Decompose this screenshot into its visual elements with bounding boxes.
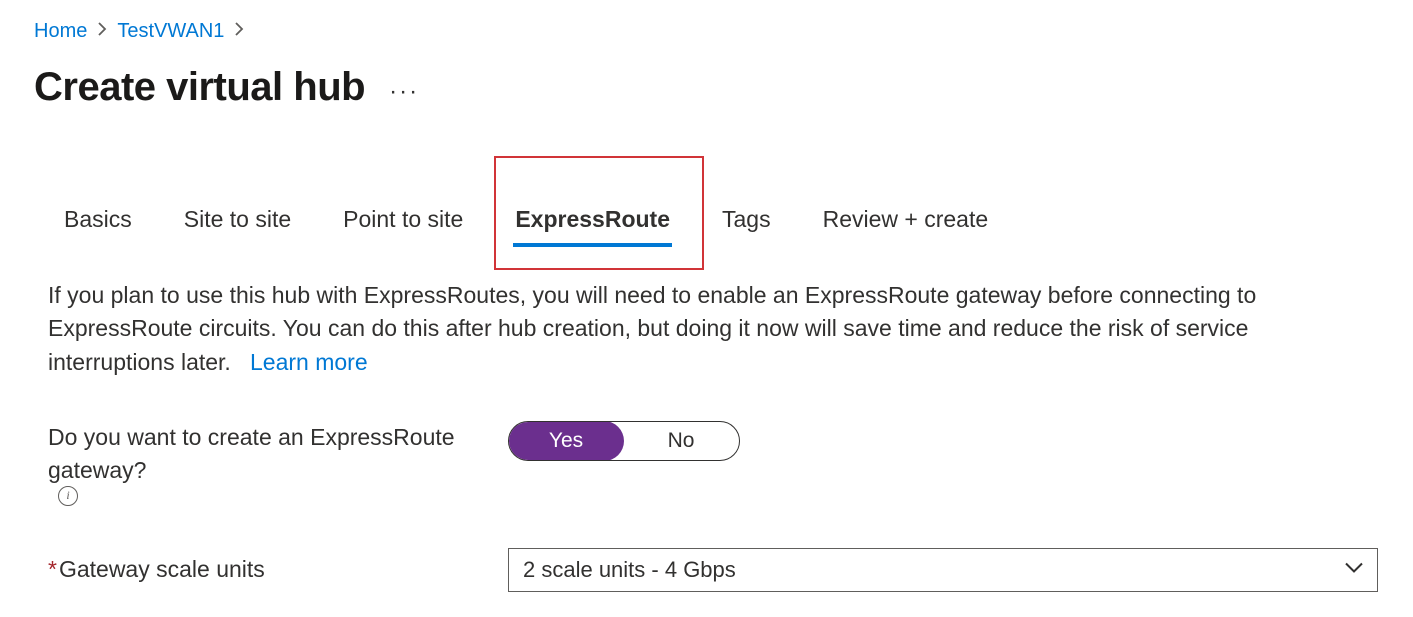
create-gateway-label-text: Do you want to create an ExpressRoute ga… [48, 421, 508, 488]
tab-tags[interactable]: Tags [720, 200, 773, 247]
page-title: Create virtual hub [34, 65, 365, 110]
create-gateway-label: Do you want to create an ExpressRoute ga… [48, 421, 508, 508]
more-icon[interactable]: ··· [389, 80, 419, 104]
tab-point-to-site[interactable]: Point to site [341, 200, 465, 247]
tab-site-to-site[interactable]: Site to site [182, 200, 293, 247]
scale-units-value: 2 scale units - 4 Gbps [523, 557, 736, 583]
info-icon[interactable]: i [58, 486, 78, 506]
required-asterisk: * [48, 553, 57, 586]
chevron-right-icon [234, 22, 244, 41]
learn-more-link[interactable]: Learn more [250, 349, 368, 375]
scale-units-select-wrap: 2 scale units - 4 Gbps [508, 548, 1378, 592]
tab-highlight-annotation [494, 156, 704, 270]
tab-review-create[interactable]: Review + create [821, 200, 991, 247]
breadcrumb-home[interactable]: Home [34, 20, 87, 43]
scale-units-label-text: Gateway scale units [59, 553, 265, 586]
tab-basics[interactable]: Basics [62, 200, 134, 247]
tab-description: If you plan to use this hub with Express… [34, 279, 1284, 379]
chevron-right-icon [97, 22, 107, 41]
tab-description-text: If you plan to use this hub with Express… [48, 282, 1256, 375]
toggle-option-yes[interactable]: Yes [508, 421, 624, 461]
tab-list: Basics Site to site Point to site Expres… [48, 200, 1379, 247]
create-gateway-toggle[interactable]: Yes No [508, 421, 740, 461]
scale-units-label: *Gateway scale units [48, 553, 508, 586]
form-row-create-gateway: Do you want to create an ExpressRoute ga… [34, 421, 1379, 508]
breadcrumb: Home TestVWAN1 [34, 20, 1379, 43]
breadcrumb-vwan[interactable]: TestVWAN1 [117, 20, 224, 43]
toggle-option-no[interactable]: No [623, 425, 739, 457]
scale-units-select[interactable]: 2 scale units - 4 Gbps [508, 548, 1378, 592]
page-title-row: Create virtual hub ··· [34, 65, 1379, 110]
form-row-scale-units: *Gateway scale units 2 scale units - 4 G… [34, 548, 1379, 592]
